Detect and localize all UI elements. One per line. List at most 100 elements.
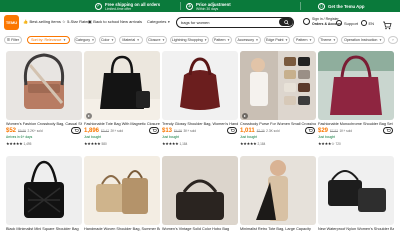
- product-rrp: $4.99: [174, 128, 182, 133]
- product-rating: ★★★★☆720: [318, 141, 341, 146]
- add-to-cart-button[interactable]: [71, 127, 81, 134]
- filter-closure[interactable]: Closure ▼: [146, 36, 167, 44]
- free-shipping-promo[interactable]: ✓ Free shipping on all orders Limited-ti…: [95, 0, 160, 12]
- language-selector[interactable]: EN: [361, 20, 374, 26]
- nav-back-to-school[interactable]: ▣ Back to school: [88, 19, 119, 24]
- cart-plus-icon: [230, 128, 235, 132]
- headset-icon: [336, 20, 342, 26]
- product-rrp: $9.99: [18, 128, 26, 133]
- chevron-down-icon: ▼: [167, 19, 171, 24]
- product-image[interactable]: [240, 51, 316, 120]
- product-sold-count: 2.2K+ sold: [27, 128, 43, 133]
- sort-dropdown[interactable]: Sort by: Relevance ▼: [27, 36, 70, 44]
- rating-stars: ★★★★★: [84, 141, 101, 146]
- chip-label: Edge Paint: [265, 38, 284, 42]
- price-tag-icon: $: [186, 2, 193, 10]
- search-input[interactable]: [181, 19, 276, 26]
- product-photo: [96, 170, 148, 214]
- video-play-icon[interactable]: [86, 113, 92, 119]
- add-to-cart-button[interactable]: [227, 127, 237, 134]
- product-title[interactable]: Women's Fashion Crossbody Bag, Casual Sh…: [6, 122, 82, 126]
- product-sold-count: 2K+ sold: [110, 128, 124, 133]
- video-play-icon[interactable]: [242, 113, 248, 119]
- product-image[interactable]: [6, 51, 82, 120]
- product-title[interactable]: New Waterproof Nylon Women's Shoulder Ba…: [318, 227, 394, 231]
- filter-edge-paint[interactable]: Edge Paint ▼: [264, 36, 290, 44]
- support-link[interactable]: Support: [336, 20, 358, 26]
- chip-label: Pattern: [295, 38, 308, 42]
- rating-count: 1,495: [23, 142, 32, 146]
- filters-next-button[interactable]: ›: [388, 36, 398, 44]
- product-image[interactable]: [240, 156, 316, 225]
- chevron-down-icon: ▼: [309, 38, 313, 42]
- shipping-badge: Just bought: [318, 135, 336, 139]
- filter-lightning-shopping[interactable]: Lightning Shopping ▼: [170, 36, 209, 44]
- product-price: 1,011: [240, 127, 255, 134]
- add-to-cart-button[interactable]: [149, 127, 159, 134]
- filter-color[interactable]: Color ▼: [99, 36, 116, 44]
- product-rrp: $2.39: [256, 128, 265, 133]
- filter-button[interactable]: ☰ Filter: [4, 36, 22, 44]
- get-app-title: Get the Temu App: [328, 3, 365, 9]
- free-shipping-subtitle: Limited-time offer: [105, 6, 132, 11]
- product-rrp: $7.52: [330, 128, 338, 133]
- product-title[interactable]: Women's Vintage Solid Color Hobo Bag: [162, 227, 238, 231]
- product-title[interactable]: Crossbody Purse For Women Small Crossbod…: [240, 122, 316, 126]
- cart-plus-icon: [152, 128, 157, 132]
- product-image[interactable]: [318, 51, 394, 120]
- filter-pattern[interactable]: Pattern ▼: [212, 36, 232, 44]
- chevron-down-icon: ▼: [227, 38, 231, 42]
- filter-accessory[interactable]: Accessory ▼: [235, 36, 261, 44]
- get-app-promo[interactable]: ▯ Get the Temu App: [318, 0, 365, 12]
- promo-banner: ✓ Free shipping on all orders Limited-ti…: [0, 0, 400, 12]
- product-rating: ★★★★★1,184: [162, 141, 187, 146]
- chevron-down-icon: ▼: [204, 38, 208, 42]
- product-sold-count: 1K+ sold: [339, 128, 353, 133]
- add-to-cart-button[interactable]: [383, 127, 393, 134]
- product-image[interactable]: [84, 51, 160, 120]
- product-image[interactable]: [162, 51, 238, 120]
- chip-label: Accessory: [237, 38, 255, 42]
- filter-theme[interactable]: Theme ▼: [318, 36, 338, 44]
- price-adjustment-promo[interactable]: $ Price adjustment Within 30 days: [186, 0, 231, 12]
- rating-stars: ★★★★★: [162, 141, 179, 146]
- filter-operation-instruction[interactable]: Operation Instruction ▼: [341, 36, 385, 44]
- cart-button[interactable]: [382, 17, 392, 30]
- product-image[interactable]: [6, 156, 82, 225]
- nav-new-arrivals[interactable]: New arrivals: [120, 19, 142, 24]
- nav-categories[interactable]: Categories ▼: [147, 19, 170, 24]
- product-rating: ★★★★★1,495: [6, 141, 31, 146]
- truck-icon: ✓: [95, 2, 102, 10]
- shipping-badge: Just bought: [84, 135, 102, 139]
- product-rating: ★★★★★580: [84, 141, 107, 146]
- nav-best-selling[interactable]: 👍 Best-selling items: [23, 19, 61, 24]
- temu-logo[interactable]: TEMU: [4, 15, 19, 30]
- chevron-down-icon: ▼: [62, 38, 66, 42]
- product-title[interactable]: Trendy Glossy Shoulder Bag, Women's Hand…: [162, 122, 238, 126]
- product-title[interactable]: Minimalist Retro Tote Bag, Large Capacit…: [240, 227, 316, 231]
- cart-plus-icon: [74, 128, 79, 132]
- search-button[interactable]: [279, 18, 293, 26]
- filter-pattern-2[interactable]: Pattern ▼: [293, 36, 315, 44]
- rating-stars: ★★★★★: [6, 141, 23, 146]
- banner-divider: [300, 2, 301, 10]
- filter-category[interactable]: Category ▼: [74, 36, 96, 44]
- product-title[interactable]: Black Minimalist Mini Square Shoulder Ba…: [6, 227, 82, 231]
- nav-five-star[interactable]: ☆ 5-Star Rated: [62, 19, 90, 24]
- filter-material[interactable]: Material ▼: [119, 36, 143, 44]
- chevron-down-icon: ▼: [136, 38, 140, 42]
- product-image[interactable]: [318, 156, 394, 225]
- shipping-badge: Just bought: [162, 135, 180, 139]
- chip-label: Material: [122, 38, 136, 42]
- product-image[interactable]: [162, 156, 238, 225]
- product-image[interactable]: [84, 156, 160, 225]
- product-title[interactable]: Fashionable Monochrome Shoulder Bag Set: [318, 122, 394, 126]
- chip-label: Category: [75, 38, 91, 42]
- add-to-cart-button[interactable]: [305, 127, 315, 134]
- product-title[interactable]: Fashionable Tote Bag With Magnetic Closu…: [84, 122, 160, 126]
- product-photo: [180, 57, 220, 110]
- shipping-badge: Just bought: [240, 135, 258, 139]
- chevron-right-icon: ›: [392, 38, 394, 42]
- product-title[interactable]: Handmade Woven Shoulder Bag, Summer Beac…: [84, 227, 160, 231]
- chip-label: Filter: [11, 38, 20, 42]
